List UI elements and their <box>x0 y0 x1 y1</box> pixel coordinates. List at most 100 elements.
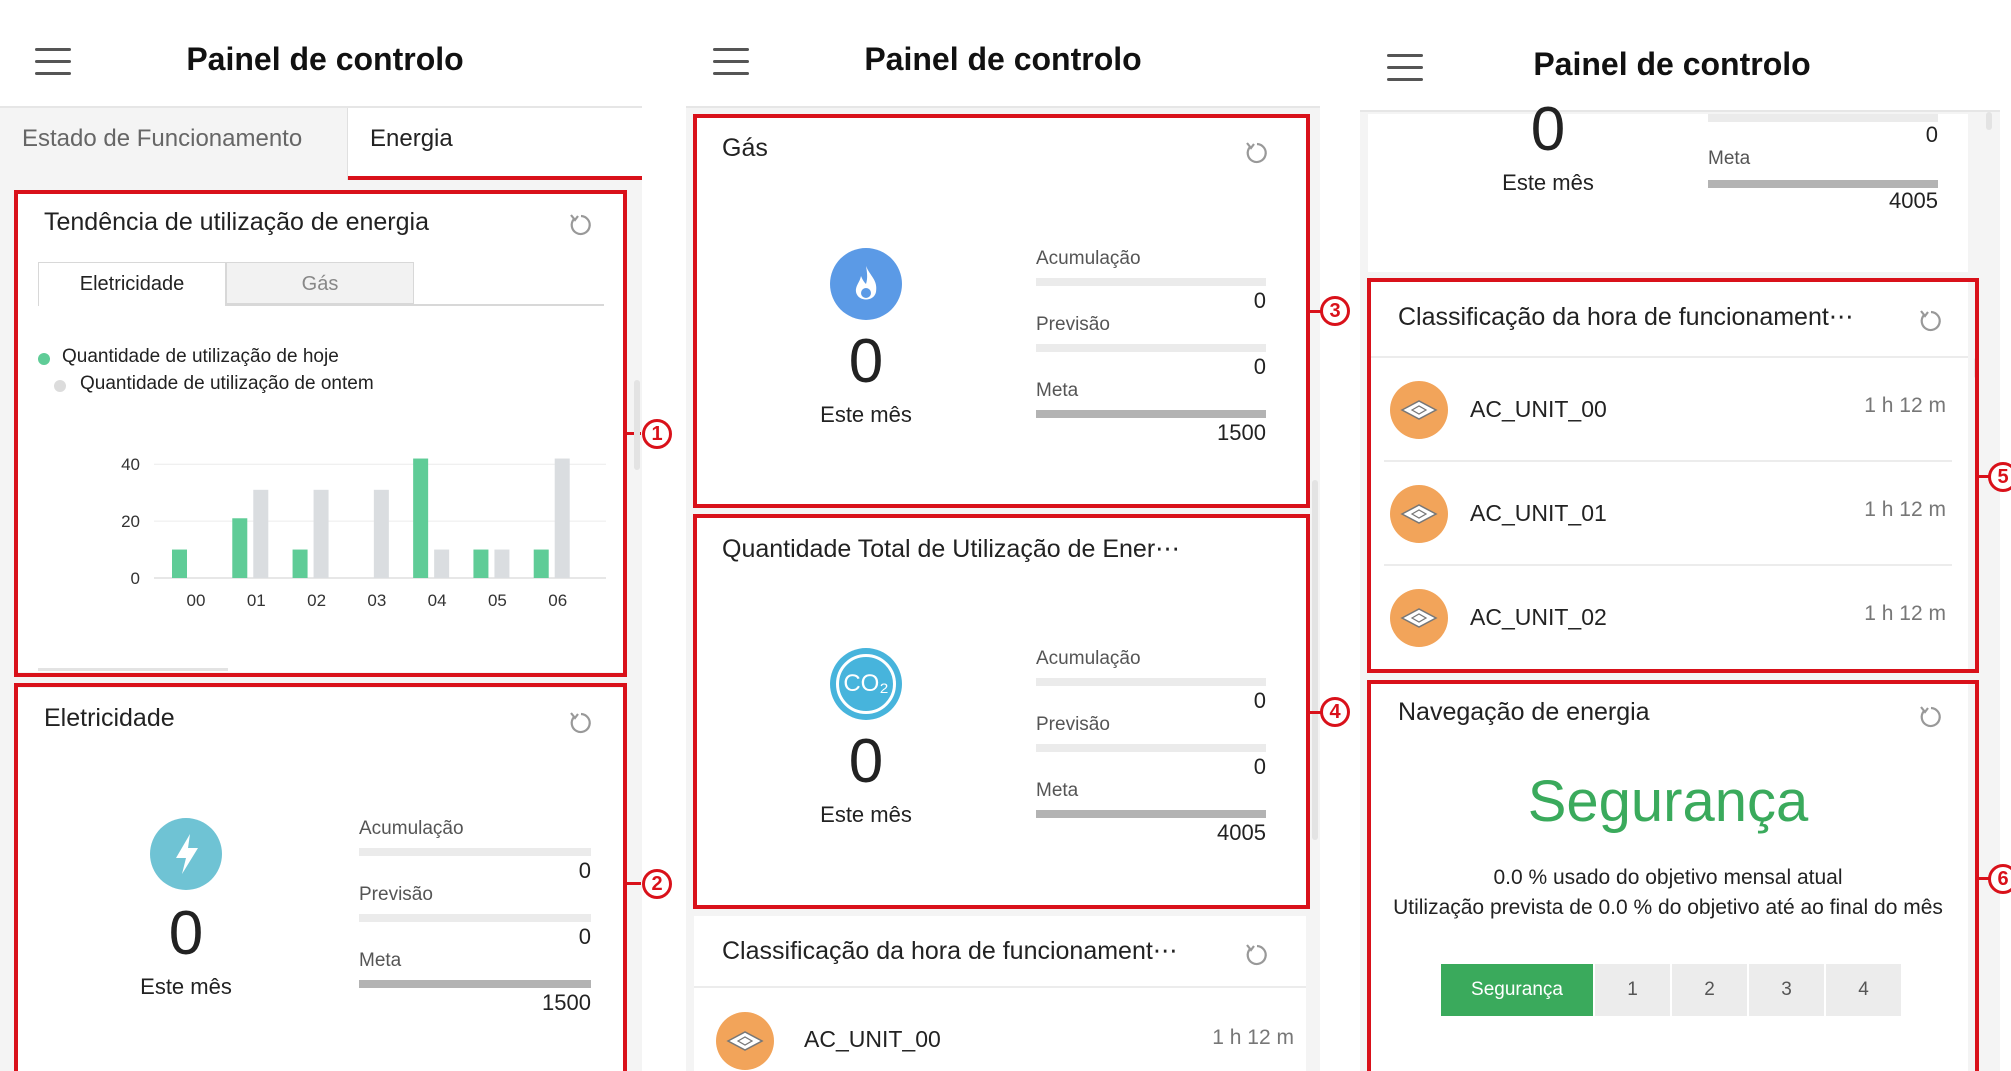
bar-today <box>413 458 429 578</box>
tab-energy[interactable]: Energia <box>348 108 642 180</box>
app-bar: Painel de controlo <box>1360 0 2000 112</box>
forecast-value: 0 <box>578 924 591 949</box>
list-item[interactable]: AC_UNIT_01 1 h 12 m <box>1384 462 1952 566</box>
target-bar <box>1036 410 1266 418</box>
target-value: 1500 <box>542 990 591 1015</box>
horizontal-scroll-indicator <box>38 668 228 671</box>
level-4: 4 <box>1826 964 1901 1016</box>
vertical-scrollbar[interactable] <box>634 380 640 470</box>
accumulation-value: 0 <box>1253 288 1266 313</box>
subtab-gas[interactable]: Gás <box>226 262 414 304</box>
unit-name: AC_UNIT_00 <box>804 1026 941 1052</box>
period-label: Este mês <box>820 402 912 427</box>
accumulation-value: 0 <box>578 858 591 883</box>
forecast-bar <box>1036 344 1266 352</box>
target-value: 4005 <box>1889 188 1938 213</box>
x-tick-label: 05 <box>488 591 507 610</box>
list-item[interactable]: AC_UNIT_00 1 h 12 m <box>1384 358 1952 462</box>
subtab-electricity[interactable]: Eletricidade <box>38 262 226 306</box>
forecast-value: 0 <box>1253 754 1266 779</box>
forecast-bar <box>1036 744 1266 752</box>
forecast-bar <box>359 914 591 922</box>
accumulation-label: Acumulação <box>1036 648 1141 669</box>
callout-1: 1 <box>642 419 672 449</box>
total-energy-card: Quantidade Total de Utilização de Ener⋯ … <box>694 516 1306 906</box>
level-1: 1 <box>1595 964 1670 1016</box>
refresh-icon[interactable] <box>1918 308 1944 334</box>
accumulation-value: 0 <box>1925 122 1938 147</box>
screen-gas-total: Painel de controlo Gás 0 Este mês Acumul… <box>686 0 1320 1071</box>
runtime-value: 1 h 12 m <box>1864 394 1946 417</box>
total-energy-card-partial: 0 Este mês 0 Meta 4005 <box>1368 95 1968 272</box>
tab-operation-status[interactable]: Estado de Funcionamento <box>8 108 348 180</box>
card-title: Tendência de utilização de energia <box>44 208 429 236</box>
legend-today-dot <box>38 353 50 365</box>
legend-yesterday-dot <box>54 380 66 392</box>
app-bar: Painel de controlo <box>686 0 1320 108</box>
target-label: Meta <box>1708 148 1751 169</box>
bar-today <box>172 549 187 578</box>
refresh-icon[interactable] <box>1244 942 1270 968</box>
co2-icon: CO₂ <box>830 648 902 720</box>
forecast-usage-text: Utilização prevista de 0.0 % do objetivo… <box>1393 896 1943 919</box>
tab-label: Estado de Funcionamento <box>22 125 303 152</box>
screenshot-composite: Painel de controlo Estado de Funcionamen… <box>0 0 2011 1071</box>
card-title: Classificação da hora de funcionament⋯ <box>1398 303 1854 331</box>
level-safety: Segurança <box>1441 964 1593 1016</box>
gas-value: 0 <box>848 327 884 396</box>
vertical-scrollbar[interactable] <box>1986 112 1992 130</box>
target-value: 1500 <box>1217 420 1266 445</box>
energy-status: Segurança <box>1527 769 1809 834</box>
refresh-icon[interactable] <box>568 710 594 736</box>
refresh-icon[interactable] <box>568 212 594 238</box>
runtime-value: 1 h 12 m <box>1864 602 1946 625</box>
x-tick-label: 01 <box>247 591 266 610</box>
top-tab-bar: Estado de Funcionamento Energia <box>8 108 642 180</box>
energy-navigation-card: Navegação de energia Segurança 0.0 % usa… <box>1368 684 1968 1071</box>
electricity-card: Eletricidade 0 Este mês Acumulação 0 Pre… <box>16 688 626 1071</box>
air-conditioner-icon <box>716 1012 774 1070</box>
bar-yesterday <box>253 489 269 578</box>
refresh-icon[interactable] <box>1244 140 1270 166</box>
list-scrollbar[interactable] <box>1974 358 1978 378</box>
app-bar: Painel de controlo <box>0 0 642 108</box>
card-title: Quantidade Total de Utilização de Ener⋯ <box>722 535 1181 563</box>
bar-yesterday <box>434 549 450 578</box>
vertical-scrollbar[interactable] <box>1312 480 1318 840</box>
level-2: 2 <box>1672 964 1747 1016</box>
electricity-value: 0 <box>168 899 204 968</box>
total-energy-value: 0 <box>1530 95 1566 164</box>
y-tick-label: 40 <box>121 455 140 474</box>
period-label: Este mês <box>140 974 232 999</box>
target-label: Meta <box>1036 380 1079 401</box>
page-title: Painel de controlo <box>864 41 1142 77</box>
x-tick-label: 00 <box>187 591 206 610</box>
callout-line-2 <box>627 882 641 885</box>
accumulation-label: Acumulação <box>359 818 464 839</box>
card-title: Gás <box>722 134 768 162</box>
target-bar <box>359 980 591 988</box>
bar-today <box>533 549 549 578</box>
target-value: 4005 <box>1217 820 1266 845</box>
x-tick-label: 04 <box>428 591 447 610</box>
target-bar <box>1708 180 1938 188</box>
bar-today <box>473 549 489 578</box>
page-title: Painel de controlo <box>186 41 464 77</box>
accumulation-bar <box>1036 278 1266 286</box>
air-conditioner-icon <box>1390 589 1448 647</box>
forecast-value: 0 <box>1253 354 1266 379</box>
forecast-label: Previsão <box>1036 314 1110 335</box>
page-title: Painel de controlo <box>1533 46 1811 82</box>
total-energy-value: 0 <box>848 727 884 796</box>
legend-yesterday-label: Quantidade de utilização de ontem <box>80 373 374 394</box>
target-bar <box>1036 810 1266 818</box>
list-item[interactable]: AC_UNIT_00 1 h 12 m <box>694 988 1306 1071</box>
bar-today <box>292 549 308 578</box>
refresh-icon[interactable] <box>1918 704 1944 730</box>
energy-level-scale: Segurança 1 2 3 4 <box>1441 964 1901 1016</box>
energy-type-subtabs: Eletricidade Gás <box>38 262 604 306</box>
list-item[interactable]: AC_UNIT_02 1 h 12 m <box>1384 566 1952 670</box>
accumulation-label: Acumulação <box>1036 248 1141 269</box>
accumulation-bar <box>359 848 591 856</box>
monthly-usage-text: 0.0 % usado do objetivo mensal atual <box>1493 866 1843 889</box>
